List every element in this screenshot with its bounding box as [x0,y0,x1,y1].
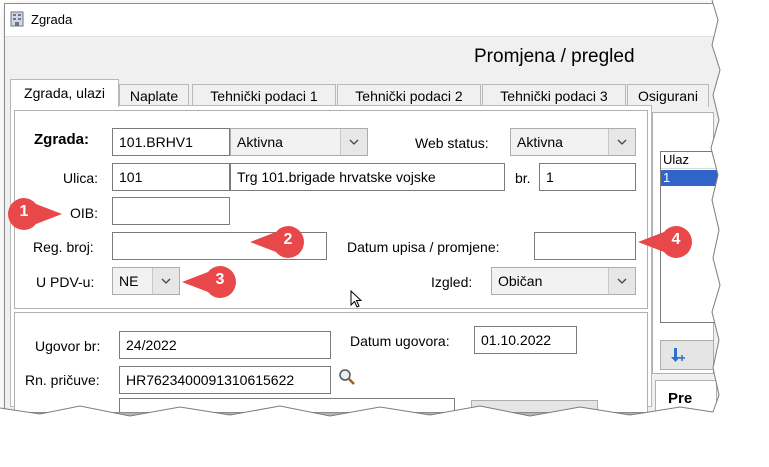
ulica-code-field[interactable]: 101 [112,163,230,191]
datum-ugovora-field[interactable]: 01.10.2022 [474,326,577,354]
window-title: Zgrada [31,12,73,27]
tab-zgrada-ulazi[interactable]: Zgrada, ulazi [10,79,119,107]
izgled-value: Običan [498,273,543,289]
callout-4: 4 [636,224,692,260]
oib-label: OIB: [70,205,99,221]
page-header: Promjena / pregled [474,46,635,67]
zgrada-status-value: Aktivna [237,134,283,150]
chevron-down-icon [608,268,635,294]
title-bar: Zgrada [5,4,721,37]
web-status-label: Web status: [415,135,489,151]
datum-upisa-label: Datum upisa / promjene: [347,239,500,255]
izgled-select[interactable]: Običan [491,267,636,295]
izgled-label: Izgled: [431,274,473,290]
callout-1-number: 1 [19,203,29,220]
pdv-select[interactable]: NE [112,267,180,295]
pdv-value: NE [119,273,139,289]
chevron-down-icon [608,129,635,155]
rn-pricuve-label: Rn. pričuve: [25,372,100,388]
br-field[interactable]: 1 [539,163,636,191]
web-status-value: Aktivna [517,134,563,150]
mouse-cursor-icon [350,290,363,308]
tab-tehnicki-podaci-3[interactable]: Tehnički podaci 3 [482,84,626,107]
rn-pricuve-field[interactable]: HR7623400091310615622 [119,366,331,394]
tab-tehnicki-podaci-2[interactable]: Tehnički podaci 2 [337,84,481,107]
callout-3-number: 3 [215,271,225,288]
tab-tehnicki-podaci-1[interactable]: Tehnički podaci 1 [192,84,336,107]
datum-upisa-field[interactable] [534,232,636,260]
chevron-down-icon [152,268,179,294]
pdv-label: U PDV-u: [36,274,95,290]
extra-button[interactable] [471,400,598,412]
building-icon [10,11,24,27]
ugovor-field[interactable]: 24/2022 [119,331,331,359]
callout-3: 3 [180,264,236,300]
list-header: Ulaz [661,152,721,169]
search-icon[interactable] [338,368,356,386]
datum-ugovora-label: Datum ugovora: [350,333,450,349]
arrow-down-icon [671,348,685,362]
callout-4-number: 4 [671,231,681,248]
zgrada-status-select[interactable]: Aktivna [230,128,368,156]
callout-2-number: 2 [283,231,293,248]
extra-field[interactable] [119,398,455,412]
callout-2: 2 [248,224,304,260]
br-label: br. [515,170,531,186]
app-window: Zgrada Promjena / pregled Zgrada, ulazi … [4,3,722,413]
list-item[interactable]: 1 [661,170,721,186]
reg-broj-label: Reg. broj: [33,239,94,255]
ulica-label: Ulica: [63,170,99,186]
tab-osigurani[interactable]: Osigurani [627,84,709,107]
right-bottom-panel: Pre [655,380,717,412]
move-down-button[interactable] [660,340,714,370]
zgrada-label: Zgrada: [34,131,90,148]
oib-field[interactable] [112,197,230,225]
chevron-down-icon [340,129,367,155]
ugovor-label: Ugovor br: [35,338,101,354]
tab-naplate[interactable]: Naplate [119,84,189,107]
right-bottom-label: Pre [668,390,693,407]
zgrada-field[interactable]: 101.BRHV1 [112,128,230,156]
ulica-name-field[interactable]: Trg 101.brigade hrvatske vojske [230,163,505,191]
web-status-select[interactable]: Aktivna [510,128,636,156]
callout-1: 1 [6,196,62,232]
